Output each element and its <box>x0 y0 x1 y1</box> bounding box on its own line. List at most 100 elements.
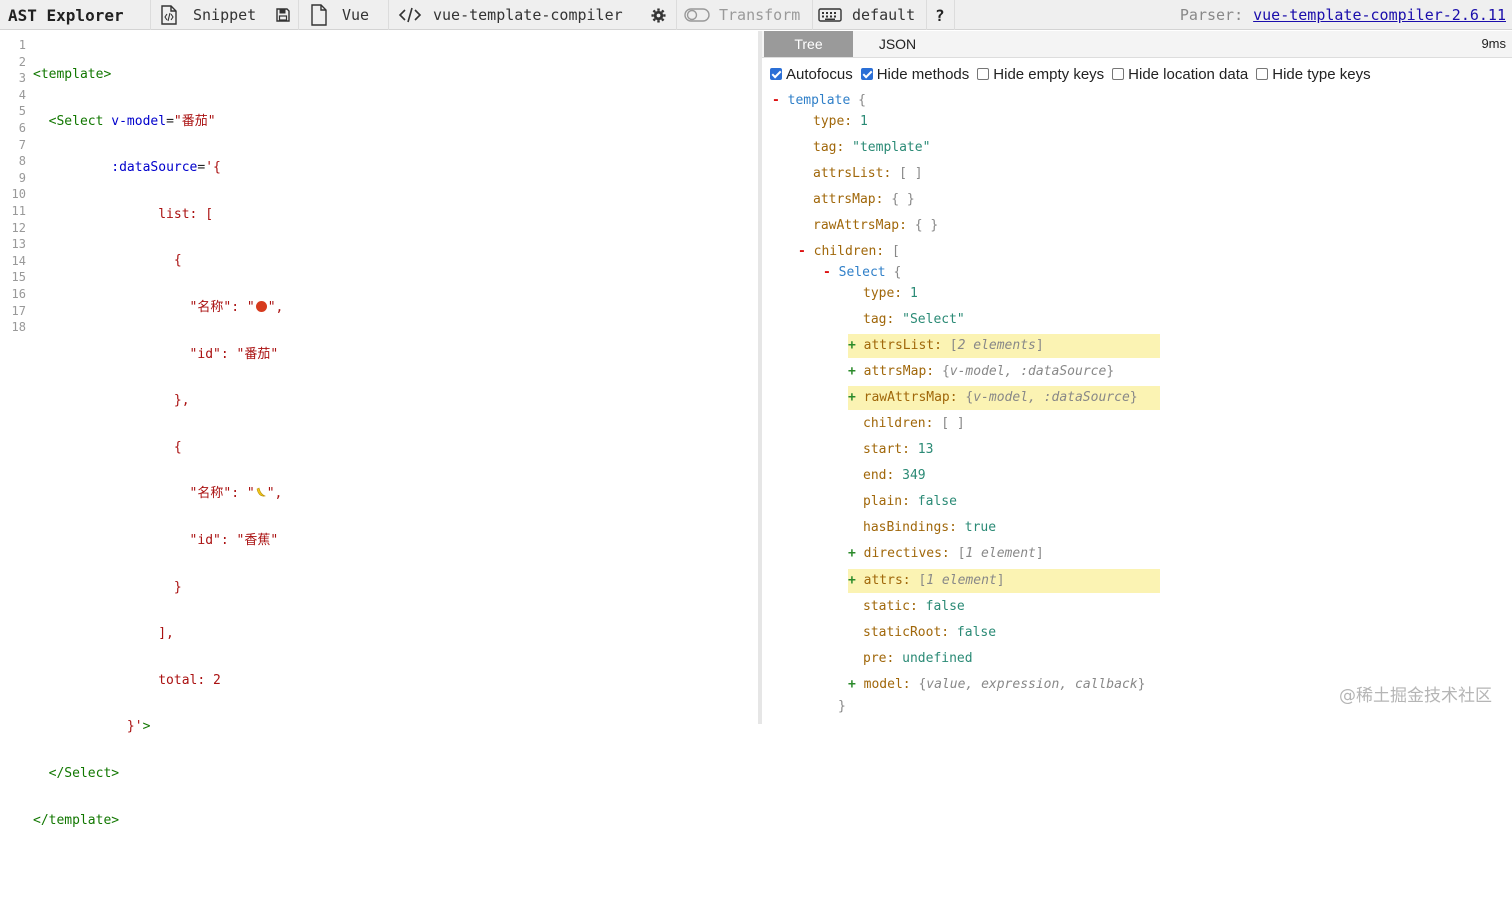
property-key: children: <box>863 416 933 431</box>
line-number: 8 <box>0 153 26 170</box>
tree-punctuation: } <box>1138 677 1146 692</box>
property-summary: 2 elements <box>958 338 1036 353</box>
parser-settings-button[interactable] <box>651 0 666 30</box>
collapse-toggle[interactable]: - <box>823 265 831 280</box>
tree-property[interactable]: pre: undefined <box>863 647 973 671</box>
expand-toggle[interactable]: + <box>848 338 856 353</box>
property-key: attrs: <box>864 573 911 588</box>
code-line: </template> <box>33 813 283 830</box>
property-summary: v-model, :dataSource <box>973 390 1130 405</box>
hide-type-keys-checkbox[interactable] <box>1256 68 1268 80</box>
code-token: } <box>174 580 182 595</box>
hide-location-data-checkbox[interactable] <box>1112 68 1124 80</box>
property-key: staticRoot: <box>863 625 949 640</box>
tree-property[interactable]: rawAttrsMap: { } <box>813 214 938 238</box>
expand-toggle[interactable]: + <box>848 390 856 405</box>
code-line: :dataSource='{ <box>33 160 283 177</box>
tree-property[interactable]: attrsList: [ ] <box>813 162 923 186</box>
property-value: true <box>965 520 996 535</box>
tree-property[interactable]: start: 13 <box>863 438 933 462</box>
code-token: = <box>166 114 174 129</box>
code-token: ", <box>267 486 283 501</box>
expand-toggle[interactable]: + <box>848 573 856 588</box>
line-number: 13 <box>0 236 26 253</box>
collapse-toggle[interactable]: - <box>772 93 780 108</box>
transform-label: Transform <box>719 6 800 24</box>
hide-empty-keys-option[interactable]: Hide empty keys <box>977 66 1104 83</box>
hide-location-data-option[interactable]: Hide location data <box>1112 66 1248 83</box>
hide-empty-keys-checkbox[interactable] <box>977 68 989 80</box>
line-number: 5 <box>0 103 26 120</box>
expand-toggle[interactable]: + <box>848 546 856 561</box>
output-pane: Tree JSON 9ms Autofocus Hide methods Hid… <box>762 31 1512 724</box>
code-line: "名称": " ", <box>33 486 283 503</box>
tree-property[interactable]: hasBindings: true <box>863 516 996 540</box>
property-value: [ ] <box>941 416 964 431</box>
line-number: 15 <box>0 269 26 286</box>
transform-toggle[interactable]: Transform <box>684 0 800 30</box>
tree-property-highlighted[interactable]: + rawAttrsMap: {v-model, :dataSource} <box>848 386 1160 410</box>
tree-property[interactable]: children: [ ] <box>863 412 965 436</box>
autofocus-checkbox[interactable] <box>770 68 782 80</box>
parser-info: Parser: vue-template-compiler-2.6.11 <box>1180 0 1506 30</box>
property-summary: v-model, :dataSource <box>950 364 1107 379</box>
code-editor[interactable]: 1 2 3 4 5 6 7 8 9 10 11 12 13 14 15 16 1… <box>0 31 758 724</box>
language-button[interactable]: Vue <box>310 0 369 30</box>
property-key: rawAttrsMap: <box>813 218 907 233</box>
help-button[interactable]: ? <box>935 0 945 30</box>
code-token: "名称": " <box>190 486 255 501</box>
snippet-button[interactable]: Snippet <box>160 0 256 30</box>
property-value: false <box>957 625 996 640</box>
property-key: plain: <box>863 494 910 509</box>
code-token: > <box>143 719 151 734</box>
tree-property[interactable]: tag: "Select" <box>863 308 965 332</box>
property-key: children: <box>814 244 884 259</box>
collapse-toggle[interactable]: - <box>798 244 806 259</box>
property-key: tag: <box>813 140 844 155</box>
tree-property[interactable]: end: 349 <box>863 464 926 488</box>
tree-punctuation: { <box>858 93 866 108</box>
autofocus-option[interactable]: Autofocus <box>770 66 853 83</box>
code-icon <box>398 7 422 23</box>
tab-json[interactable]: JSON <box>853 31 942 57</box>
property-key: attrsMap: <box>813 192 883 207</box>
snippet-label: Snippet <box>193 6 256 24</box>
watermark: @稀土掘金技术社区 <box>1339 681 1492 706</box>
hide-methods-option[interactable]: Hide methods <box>861 66 970 83</box>
tree-property[interactable]: type: 1 <box>863 282 918 306</box>
hide-type-keys-label: Hide type keys <box>1272 66 1370 83</box>
property-value: false <box>918 494 957 509</box>
tree-punctuation: [ <box>950 338 958 353</box>
keymap-label: default <box>852 6 915 24</box>
tree-property[interactable]: plain: false <box>863 490 957 514</box>
property-key: type: <box>863 286 902 301</box>
save-button[interactable] <box>276 0 290 30</box>
tree-property[interactable]: + model: {value, expression, callback} <box>848 673 1145 697</box>
tree-property[interactable]: tag: "template" <box>813 136 930 160</box>
tree-property[interactable]: + directives: [1 element] <box>848 542 1044 566</box>
property-key: attrsMap: <box>864 364 934 379</box>
tree-property[interactable]: + attrsMap: {v-model, :dataSource} <box>848 360 1114 384</box>
hide-type-keys-option[interactable]: Hide type keys <box>1256 66 1370 83</box>
tree-property-highlighted[interactable]: + attrsList: [2 elements] <box>848 334 1160 358</box>
parser-button[interactable]: vue-template-compiler <box>398 0 623 30</box>
tree-property[interactable]: type: 1 <box>813 110 868 134</box>
expand-toggle[interactable]: + <box>848 364 856 379</box>
code-line: "名称": "", <box>33 300 283 317</box>
code-token: { <box>174 253 182 268</box>
parser-version-link[interactable]: vue-template-compiler-2.6.11 <box>1253 6 1506 24</box>
expand-toggle[interactable]: + <box>848 677 856 692</box>
toolbar-divider <box>150 0 151 30</box>
toolbar-divider <box>298 0 299 30</box>
keymap-button[interactable]: default <box>818 0 915 30</box>
tab-tree[interactable]: Tree <box>764 31 853 57</box>
line-number: 1 <box>0 37 26 54</box>
property-value: 349 <box>902 468 925 483</box>
tree-property[interactable]: staticRoot: false <box>863 621 996 645</box>
hide-methods-checkbox[interactable] <box>861 68 873 80</box>
tree-property[interactable]: attrsMap: { } <box>813 188 915 212</box>
property-value: "template" <box>852 140 930 155</box>
tree-property-highlighted[interactable]: + attrs: [1 element] <box>848 569 1160 593</box>
file-icon <box>310 4 328 26</box>
tree-property[interactable]: static: false <box>863 595 965 619</box>
